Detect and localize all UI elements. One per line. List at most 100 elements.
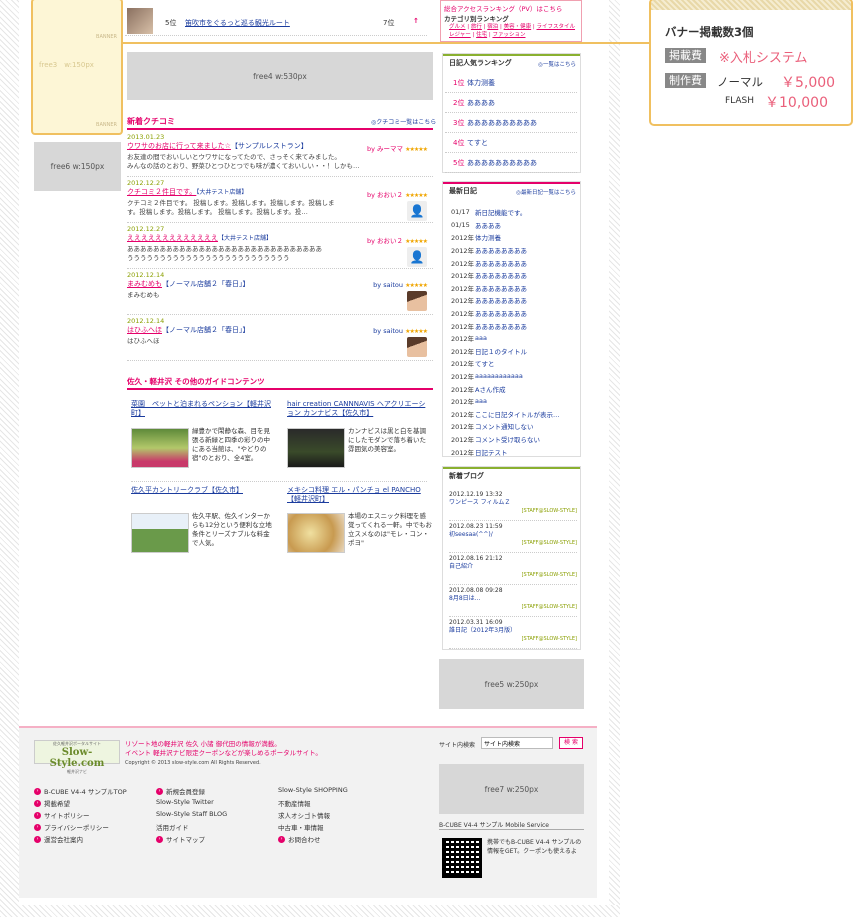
blog-item[interactable]: 2012.08.16 21:12 自己紹介 [STAFF@SLOW-STYLE] [449, 555, 577, 585]
diary-row[interactable]: 2012年 ああああああああ [443, 307, 575, 320]
diary-row[interactable]: 2012年 ああああああああ [443, 269, 575, 282]
blog-date: 2012.03.31 16:09 [449, 619, 503, 626]
footer-link[interactable]: › B-CUBE V4-4 サンプルTOP [34, 786, 127, 796]
diary-row[interactable]: 2012年 体力测養 [443, 231, 575, 244]
free3-label: free3 w:150px [39, 61, 94, 69]
category-link[interactable]: ファッション [492, 32, 525, 38]
guide-item-title[interactable]: 佐久平カントリークラブ【佐久市】 [131, 486, 271, 495]
footer-link[interactable]: Slow-Style Staff BLOG [156, 810, 227, 818]
diary-row[interactable]: 2012年 aaaaaaaaaaaa [443, 370, 575, 383]
ranking-row[interactable]: 1位 体力测養 [445, 74, 577, 93]
category-link[interactable]: 旅行 [471, 24, 482, 30]
ranking-num: 2位 [453, 99, 465, 107]
category-link[interactable]: ライフスタイル [537, 24, 576, 30]
blog-item[interactable]: 2012.08.08 09:28 8月8日は… [STAFF@SLOW-STYLE] [449, 587, 577, 617]
diary-row[interactable]: 2012年 コメント通知しない [443, 420, 575, 433]
footer-link[interactable]: › 掲載希望 [34, 798, 70, 808]
diary-row[interactable]: 2012年 ああああああああ [443, 294, 575, 307]
diary-row[interactable]: 01/15 ああああ [443, 219, 575, 232]
diary-row[interactable]: 2012年 日記１のタイトル [443, 345, 575, 358]
footer-link[interactable]: › お問合わせ [278, 834, 321, 844]
blog-staff: [STAFF@SLOW-STYLE] [521, 508, 577, 514]
review-item[interactable]: 2012.12.14 まみむめも【ノーマル店舗２「春日」】 by saitou … [127, 271, 433, 315]
diary-row[interactable]: 2012年 ああああああああ [443, 256, 575, 269]
ranking-row[interactable]: 2位 ああああ [445, 94, 577, 113]
access-ranking-link[interactable]: 総合アクセスランキング（PV）はこちら [444, 3, 562, 13]
diary-ranking-more[interactable]: ◎一覧はこちら [538, 60, 576, 68]
review-item[interactable]: 2012.12.14 はひふへほ【ノーマル店舗２「春日」】 by saitou … [127, 317, 433, 361]
page-background-right [609, 0, 620, 917]
latest-diary-more-label: 最新日記一覧はこちら [520, 190, 576, 196]
guide-item-title[interactable]: hair creation CANNNAVIS ヘアクリエーション カンナビス【… [287, 400, 427, 418]
top-list-text[interactable]: 笛吹市をぐるっと巡る観光ルート [185, 18, 290, 28]
reviews-divider [127, 128, 433, 130]
review-title[interactable]: ウワサのお店に行って来ました☆ [127, 142, 231, 150]
blog-title: ワンピース フィルムＺ [449, 499, 511, 506]
mobile-divider [439, 829, 584, 830]
guide-item-title[interactable]: メキシコ料理 エル・パンチョ el PANCHO【軽井沢町】 [287, 486, 427, 504]
banner-callout: バナー掲載数3個 掲載費 ※入札システム 制作費 ノーマル ￥5,000 FLA… [649, 0, 853, 126]
site-search-button[interactable]: 検 索 [559, 737, 583, 749]
ranking-row[interactable]: 3位 ああああああああああ [445, 114, 577, 133]
footer-logo[interactable]: 佐久軽井沢ポータルサイト Slow-Style.com 軽井沢ナビ [34, 740, 120, 774]
blog-item[interactable]: 2012.08.23 11:59 初seesaa(^^)/ [STAFF@SLOW-… [449, 523, 577, 553]
diary-row[interactable]: 2012年 日記テスト [443, 445, 575, 458]
footer-link[interactable]: 中古車・車情報 [278, 822, 324, 832]
guide-item-title[interactable]: 菜園 ペットと泊まれるペンション【軽井沢町】 [131, 400, 271, 418]
guide-item-image [131, 428, 189, 468]
footer-link[interactable]: › プライバシーポリシー [34, 822, 109, 832]
ranking-text: ああああああああああ [467, 159, 537, 167]
review-item[interactable]: 2012.12.27 クチコミ２件目です。【大井テスト店舗】 by おおい２ ★… [127, 179, 433, 223]
category-link[interactable]: レジャー [449, 32, 471, 38]
footer-link[interactable]: › サイトマップ [156, 834, 205, 844]
ranking-row[interactable]: 4位 てすと [445, 134, 577, 153]
footer-link[interactable]: Slow-Style Twitter [156, 798, 214, 806]
footer-link[interactable]: › 新規会員登録 [156, 786, 205, 796]
category-link[interactable]: 宿泊 [487, 24, 498, 30]
category-link[interactable]: 美容・健康 [504, 24, 532, 30]
footer-link[interactable]: › 運営会社案内 [34, 834, 83, 844]
diary-date: 01/15 [451, 220, 470, 229]
diary-row[interactable]: 2012年 ああああああああ [443, 319, 575, 332]
review-item[interactable]: 2013.01.23 ウワサのお店に行って来ました☆【サンプルレストラン】 by… [127, 133, 433, 177]
footer-link[interactable]: 不動産情報 [278, 798, 311, 808]
review-item[interactable]: 2012.12.27 えええええええええええええ【大井テスト店舗】 by おおい… [127, 225, 433, 269]
diary-date: 01/17 [451, 208, 470, 217]
diary-row[interactable]: 2012年 ここに日記タイトルが表示… [443, 408, 575, 421]
review-title[interactable]: クチコミ２件目です。 [127, 188, 196, 196]
ranking-row[interactable]: 5位 ああああああああああ [445, 154, 577, 173]
banner-label-top: BANNER [96, 34, 117, 40]
review-title[interactable]: はひふへほ [127, 326, 162, 334]
category-link[interactable]: 住宅 [476, 32, 487, 38]
mobile-service-title: B-CUBE V4-4 サンプル Mobile Service [439, 822, 549, 829]
diary-row[interactable]: 2012年 ああああああああ [443, 244, 575, 257]
diary-row[interactable]: 2012年 コメント受け取らない [443, 433, 575, 446]
blog-item[interactable]: 2012.03.31 16:09 誰日記（2012年3月版） [STAFF@SLOW… [449, 619, 577, 649]
footer-link[interactable]: 求人オシゴト情報 [278, 810, 330, 820]
blog-staff: [STAFF@SLOW-STYLE] [521, 636, 577, 642]
review-title[interactable]: えええええええええええええ [127, 234, 218, 242]
footer-link[interactable]: › サイトポリシー [34, 810, 90, 820]
diary-row[interactable]: 2012年 aaa [443, 395, 575, 408]
arrow-bullet-icon: › [156, 835, 163, 843]
diary-row[interactable]: 2012年 てすと [443, 357, 575, 370]
footer-link[interactable]: Slow-Style SHOPPING [278, 786, 348, 794]
latest-diary-more[interactable]: ◎最新日記一覧はこちら [516, 188, 576, 196]
latest-diary-panel: 最新日記 ◎最新日記一覧はこちら 01/17 新日記機能です。 01/15 ああああ 2… [442, 181, 581, 457]
review-title[interactable]: まみむめも [127, 280, 162, 288]
reviews-more-link[interactable]: ◎クチコミ一覧はこちら [371, 117, 436, 126]
top-list-thumb [127, 8, 153, 34]
diary-title: 日記テスト [475, 448, 508, 457]
diary-row[interactable]: 2012年 ああああああああ [443, 282, 575, 295]
diary-row[interactable]: 01/17 新日記機能です。 [443, 206, 575, 219]
blog-item[interactable]: 2012.12.19 13:32 ワンピース フィルムＺ [STAFF@SLOW-S… [449, 491, 577, 521]
category-link[interactable]: グルメ [449, 24, 466, 30]
top-list-rank: 7位 [383, 19, 395, 27]
footer-link[interactable]: 活用ガイド [156, 822, 189, 832]
top-list-item[interactable]: 5位 笛吹市をぐるっと巡る観光ルート 7位 ↑ [125, 8, 427, 36]
diary-date: 2012年 [451, 297, 475, 306]
diary-date: 2012年 [451, 373, 475, 382]
diary-row[interactable]: 2012年 Aさん作成 [443, 382, 575, 395]
site-search-input[interactable] [481, 737, 553, 749]
diary-row[interactable]: 2012年 aaa [443, 332, 575, 345]
